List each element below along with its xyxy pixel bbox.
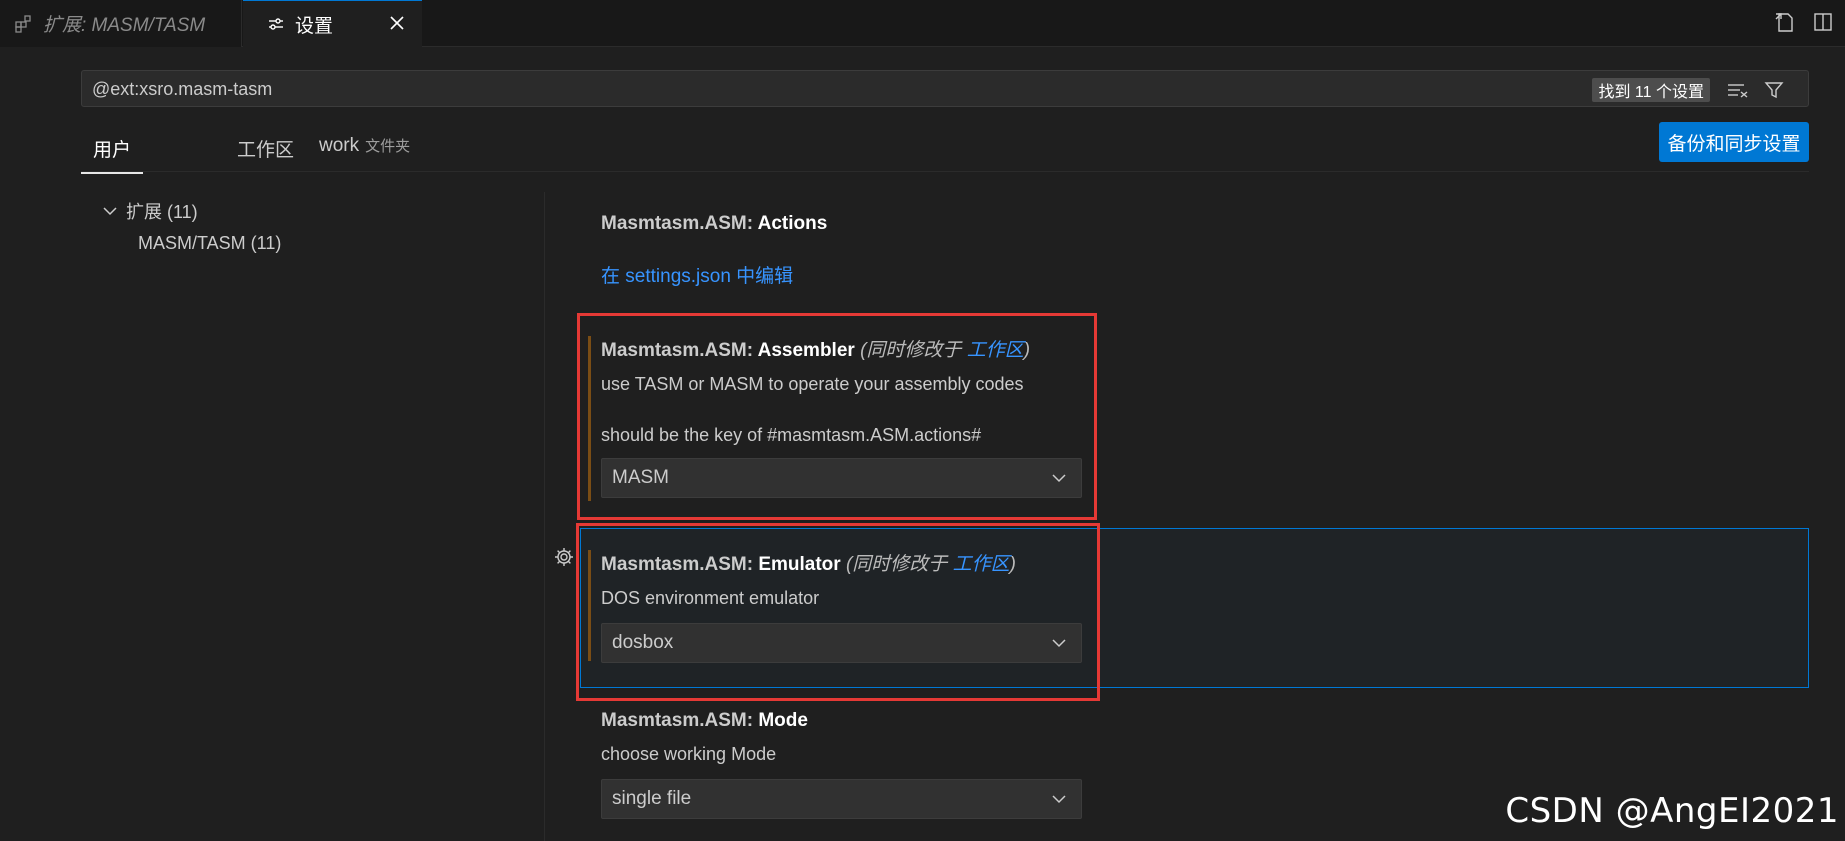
gear-icon[interactable]	[552, 545, 576, 569]
tabbar-actions	[1773, 10, 1835, 34]
clear-filter-icon[interactable]	[1726, 78, 1750, 102]
mode-select[interactable]: single file	[601, 779, 1082, 819]
settings-search-input[interactable]: @ext:xsro.masm-tasm 找到 11 个设置	[81, 70, 1809, 107]
tab-settings-label: 设置	[295, 15, 334, 37]
setting-category: Masmtasm.ASM:	[601, 710, 759, 731]
split-editor-icon[interactable]	[1811, 10, 1835, 34]
tab-extension-label: 扩展: MASM/TASM	[43, 15, 206, 36]
tab-workspace[interactable]: 工作区	[237, 135, 294, 172]
toc-item-masm-tasm[interactable]: MASM/TASM (11)	[100, 227, 540, 260]
settings-toc: 扩展 (11) MASM/TASM (11)	[100, 194, 540, 260]
backup-sync-button[interactable]: 备份和同步设置	[1659, 122, 1809, 162]
edit-in-settings-json-link[interactable]: 在 settings.json 中编辑	[601, 261, 793, 288]
editor-tab-bar: 扩展: MASM/TASM 设置	[0, 0, 1845, 47]
setting-mode: Masmtasm.ASM: Mode choose working Mode s…	[601, 710, 1082, 819]
tab-user[interactable]: 用户	[81, 135, 144, 174]
tab-folder-sublabel: 文件夹	[365, 138, 411, 155]
close-icon[interactable]	[386, 12, 408, 34]
highlight-box-emulator	[576, 523, 1100, 701]
search-result-count-badge: 找到 11 个设置	[1592, 78, 1710, 102]
setting-actions-title: Masmtasm.ASM: Actions	[601, 213, 827, 235]
setting-name: Mode	[758, 710, 808, 731]
chevron-down-icon	[1049, 789, 1069, 809]
setting-name: Actions	[757, 213, 828, 234]
toc-item-extensions[interactable]: 扩展 (11)	[100, 194, 540, 227]
setting-mode-title: Masmtasm.ASM: Mode	[601, 710, 1082, 732]
toc-divider	[544, 192, 545, 841]
search-query: @ext:xsro.masm-tasm	[92, 79, 273, 99]
chevron-down-icon	[100, 201, 120, 221]
settings-scope-tabs: 用户 工作区 work 文件夹	[81, 128, 1809, 174]
toc-item-masm-tasm-label: MASM/TASM (11)	[138, 233, 282, 253]
setting-mode-description: choose working Mode	[601, 744, 777, 764]
tab-extension[interactable]: 扩展: MASM/TASM	[0, 0, 242, 47]
filter-icon[interactable]	[1762, 78, 1786, 102]
setting-actions: Masmtasm.ASM: Actions	[601, 213, 827, 235]
extensions-icon	[13, 13, 35, 35]
mode-select-value: single file	[612, 788, 692, 809]
settings-sliders-icon	[265, 13, 287, 35]
highlight-box-assembler	[577, 313, 1097, 520]
tab-folder-label: work	[319, 135, 360, 156]
tab-folder[interactable]: work 文件夹	[319, 135, 410, 167]
setting-category: Masmtasm.ASM:	[601, 213, 758, 234]
toc-item-extensions-label: 扩展 (11)	[126, 201, 198, 222]
tab-settings[interactable]: 设置	[243, 0, 422, 47]
watermark: CSDN @AngEI2021	[1505, 791, 1839, 831]
open-settings-json-icon[interactable]	[1773, 10, 1797, 34]
